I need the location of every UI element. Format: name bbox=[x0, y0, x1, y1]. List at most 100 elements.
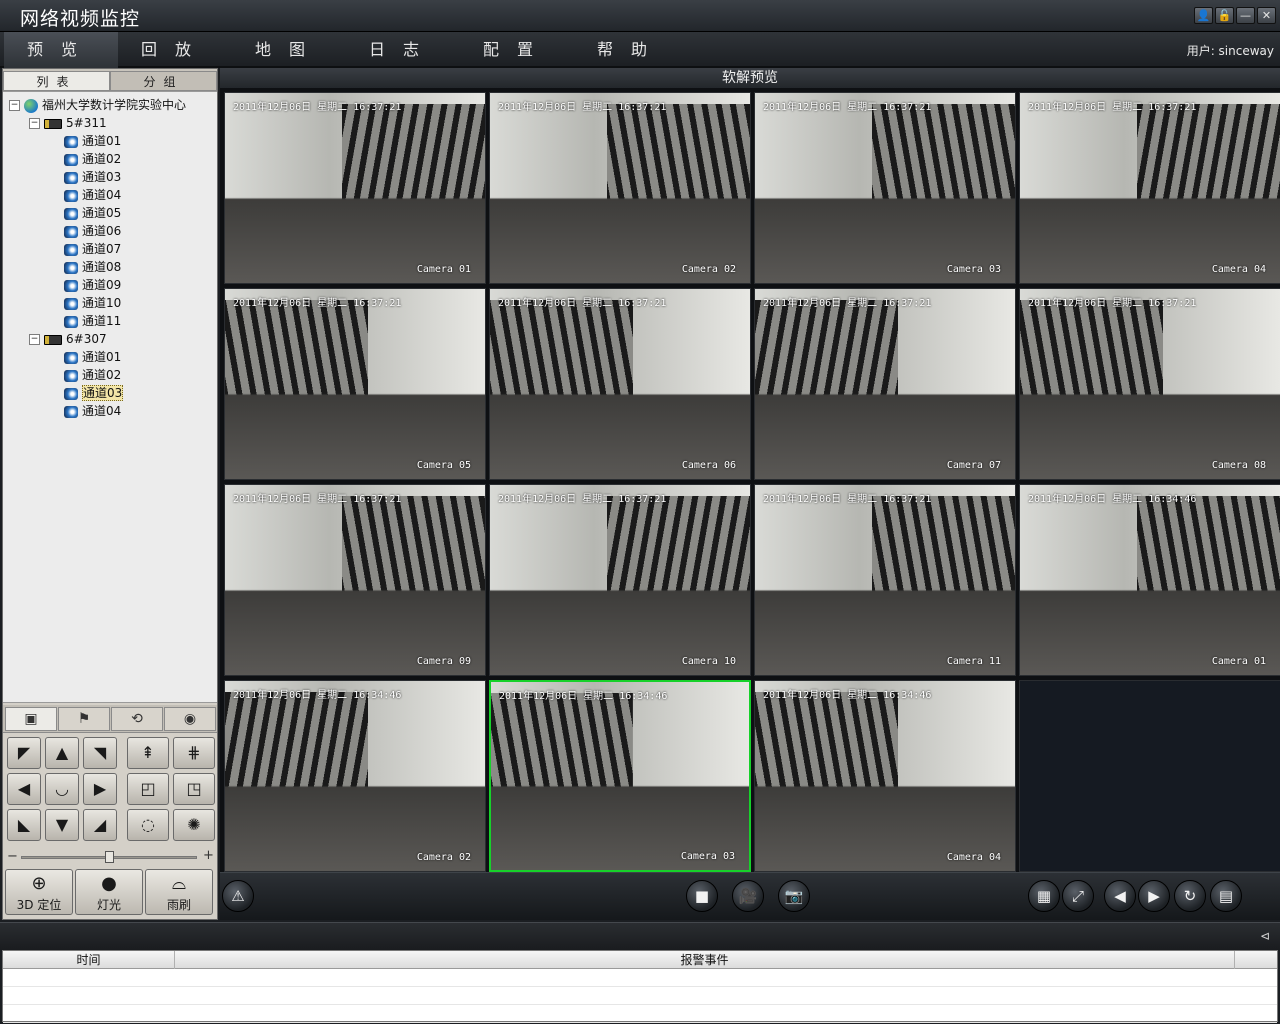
tree-node[interactable]: 通道05 bbox=[49, 204, 121, 222]
tree-node[interactable]: − 福州大学数计学院实验中心 bbox=[9, 96, 186, 114]
ptz-down-right-button[interactable]: ◢ bbox=[83, 809, 117, 841]
menu-item-4[interactable]: 配置 bbox=[460, 32, 574, 68]
video-tile[interactable]: 2011年12月06日 星期二 16:34:46 Camera 03 bbox=[489, 680, 751, 872]
camera-channel-icon bbox=[64, 387, 78, 400]
slider-handle[interactable] bbox=[105, 851, 114, 863]
minimize-icon[interactable]: — bbox=[1236, 7, 1255, 24]
video-tile[interactable]: 2011年12月06日 星期二 16:34:46 Camera 02 bbox=[224, 680, 486, 872]
video-tile[interactable]: 2011年12月06日 星期二 16:37:21 Camera 02 bbox=[489, 92, 751, 284]
wiper-button[interactable]: ⌓ 雨刷 bbox=[145, 869, 213, 915]
user-icon[interactable]: 👤 bbox=[1194, 7, 1213, 24]
tree-node[interactable]: 通道09 bbox=[49, 276, 121, 294]
snapshot-button[interactable]: 📷 bbox=[778, 880, 810, 912]
video-tile[interactable]: 2011年12月06日 星期二 16:37:21 Camera 05 bbox=[224, 288, 486, 480]
menu-item-5[interactable]: 帮助 bbox=[574, 32, 688, 68]
tree-node[interactable]: 通道01 bbox=[49, 348, 121, 366]
cycle-button[interactable]: ↻ bbox=[1174, 880, 1206, 912]
tree-node[interactable]: 通道06 bbox=[49, 222, 121, 240]
column-header-time[interactable]: 时间 bbox=[3, 951, 175, 969]
iris-close-button[interactable]: ✺ bbox=[173, 809, 215, 841]
pin-icon[interactable]: ⊲ bbox=[1260, 929, 1270, 943]
speed-plus-label: + bbox=[203, 848, 214, 863]
tree-node[interactable]: 通道07 bbox=[49, 240, 121, 258]
camera-feed-image bbox=[225, 93, 485, 283]
video-tile[interactable]: 2011年12月06日 星期二 16:34:46 Camera 01 bbox=[1019, 484, 1280, 676]
alarm-table-row[interactable] bbox=[3, 987, 1277, 1005]
ptz-auto-button[interactable]: ◡ bbox=[45, 773, 79, 805]
ptz-down-button[interactable]: ▼ bbox=[45, 809, 79, 841]
ptz-up-button[interactable]: ▲ bbox=[45, 737, 79, 769]
light-button[interactable]: ● 灯光 bbox=[75, 869, 143, 915]
ptz-left-button[interactable]: ◀ bbox=[7, 773, 41, 805]
tab-list[interactable]: 列表 bbox=[3, 71, 110, 91]
menu-item-1[interactable]: 回放 ▾ bbox=[118, 32, 232, 95]
ptz-up-left-button[interactable]: ◤ bbox=[7, 737, 41, 769]
video-tile[interactable]: 2011年12月06日 星期二 16:37:21 Camera 01 bbox=[224, 92, 486, 284]
menu-item-2[interactable]: 地图 bbox=[232, 32, 346, 68]
tree-node[interactable]: 通道04 bbox=[49, 402, 121, 420]
tree-expander-icon[interactable]: − bbox=[29, 118, 40, 129]
tree-node[interactable]: 通道02 bbox=[49, 150, 121, 168]
tree-node[interactable]: 通道03 bbox=[49, 168, 121, 186]
video-tile[interactable]: 2011年12月06日 星期二 16:34:46 Camera 04 bbox=[754, 680, 1016, 872]
tab-group[interactable]: 分组 bbox=[110, 71, 217, 91]
column-header-alarm-event[interactable]: 报警事件 bbox=[175, 951, 1235, 969]
settings-button[interactable]: ▤ bbox=[1210, 880, 1242, 912]
preset-flag-tab-icon[interactable]: ⚑ bbox=[58, 707, 110, 731]
empty-video-tile[interactable] bbox=[1019, 680, 1280, 872]
layout-split-button[interactable]: ▦ bbox=[1028, 880, 1060, 912]
video-tile[interactable]: 2011年12月06日 星期二 16:37:21 Camera 09 bbox=[224, 484, 486, 676]
lock-icon[interactable]: 🔓 bbox=[1215, 7, 1234, 24]
focus-far-button[interactable]: ◳ bbox=[173, 773, 215, 805]
video-timestamp: 2011年12月06日 星期二 16:34:46 bbox=[233, 690, 402, 701]
tree-node[interactable]: 通道01 bbox=[49, 132, 121, 150]
tree-node[interactable]: 通道11 bbox=[49, 312, 121, 330]
tree-expander-icon[interactable]: − bbox=[9, 100, 20, 111]
alarm-table-row[interactable] bbox=[3, 969, 1277, 987]
menu-item-3[interactable]: 日志 bbox=[346, 32, 460, 68]
focus-near-button[interactable]: ◰ bbox=[127, 773, 169, 805]
dvr-device-icon bbox=[44, 334, 62, 345]
camera-name-label: Camera 11 bbox=[946, 656, 1001, 667]
3d-position-button[interactable]: ⊕ 3D 定位 bbox=[5, 869, 73, 915]
color-adjust-tab-icon[interactable]: ◉ bbox=[164, 707, 216, 731]
tree-node[interactable]: − 6#307 bbox=[29, 330, 107, 348]
camera-feed-image bbox=[490, 485, 750, 675]
record-button[interactable]: 🎥 bbox=[732, 880, 764, 912]
video-tile[interactable]: 2011年12月06日 星期二 16:37:21 Camera 11 bbox=[754, 484, 1016, 676]
close-icon[interactable]: ✕ bbox=[1257, 7, 1276, 24]
tree-expander-icon[interactable]: − bbox=[29, 334, 40, 345]
ptz-control-pad: ◤ ▲ ◥ ⇞ ⋕ ◀ ◡ ▶ ◰ ◳ ◣ ▼ ◢ ◌ ✺ bbox=[5, 737, 215, 847]
tree-node[interactable]: 通道08 bbox=[49, 258, 121, 276]
tree-node[interactable]: 通道03 bbox=[49, 384, 124, 402]
alarm-table-row[interactable] bbox=[3, 1005, 1277, 1023]
zoom-in-button[interactable]: ⇞ bbox=[127, 737, 169, 769]
alarm-warning-button[interactable]: ⚠ bbox=[222, 880, 254, 912]
video-tile[interactable]: 2011年12月06日 星期二 16:37:21 Camera 10 bbox=[489, 484, 751, 676]
ptz-down-left-button[interactable]: ◣ bbox=[7, 809, 41, 841]
zoom-out-button[interactable]: ⋕ bbox=[173, 737, 215, 769]
stop-all-button[interactable]: ■ bbox=[686, 880, 718, 912]
previous-page-button[interactable]: ◀ bbox=[1104, 880, 1136, 912]
ptz-control-tab-icon[interactable]: ▣ bbox=[5, 707, 57, 731]
tree-node-label: 5#311 bbox=[66, 116, 107, 130]
video-tile[interactable]: 2011年12月06日 星期二 16:37:21 Camera 08 bbox=[1019, 288, 1280, 480]
video-tile[interactable]: 2011年12月06日 星期二 16:37:21 Camera 07 bbox=[754, 288, 1016, 480]
video-tile[interactable]: 2011年12月06日 星期二 16:37:21 Camera 06 bbox=[489, 288, 751, 480]
iris-open-button[interactable]: ◌ bbox=[127, 809, 169, 841]
camera-name-label: Camera 06 bbox=[681, 460, 736, 471]
next-page-button[interactable]: ▶ bbox=[1138, 880, 1170, 912]
video-tile[interactable]: 2011年12月06日 星期二 16:37:21 Camera 03 bbox=[754, 92, 1016, 284]
camera-channel-icon bbox=[64, 207, 78, 220]
fullscreen-button[interactable]: ⤢ bbox=[1062, 880, 1094, 912]
menu-item-0[interactable]: 预览 bbox=[4, 32, 118, 68]
ptz-right-button[interactable]: ▶ bbox=[83, 773, 117, 805]
camera-name-label: Camera 04 bbox=[946, 852, 1001, 863]
tree-node[interactable]: 通道02 bbox=[49, 366, 121, 384]
video-tile[interactable]: 2011年12月06日 星期二 16:37:21 Camera 04 bbox=[1019, 92, 1280, 284]
ptz-up-right-button[interactable]: ◥ bbox=[83, 737, 117, 769]
tree-node[interactable]: − 5#311 bbox=[29, 114, 107, 132]
cruise-tab-icon[interactable]: ⟲ bbox=[111, 707, 163, 731]
tree-node[interactable]: 通道10 bbox=[49, 294, 121, 312]
tree-node[interactable]: 通道04 bbox=[49, 186, 121, 204]
